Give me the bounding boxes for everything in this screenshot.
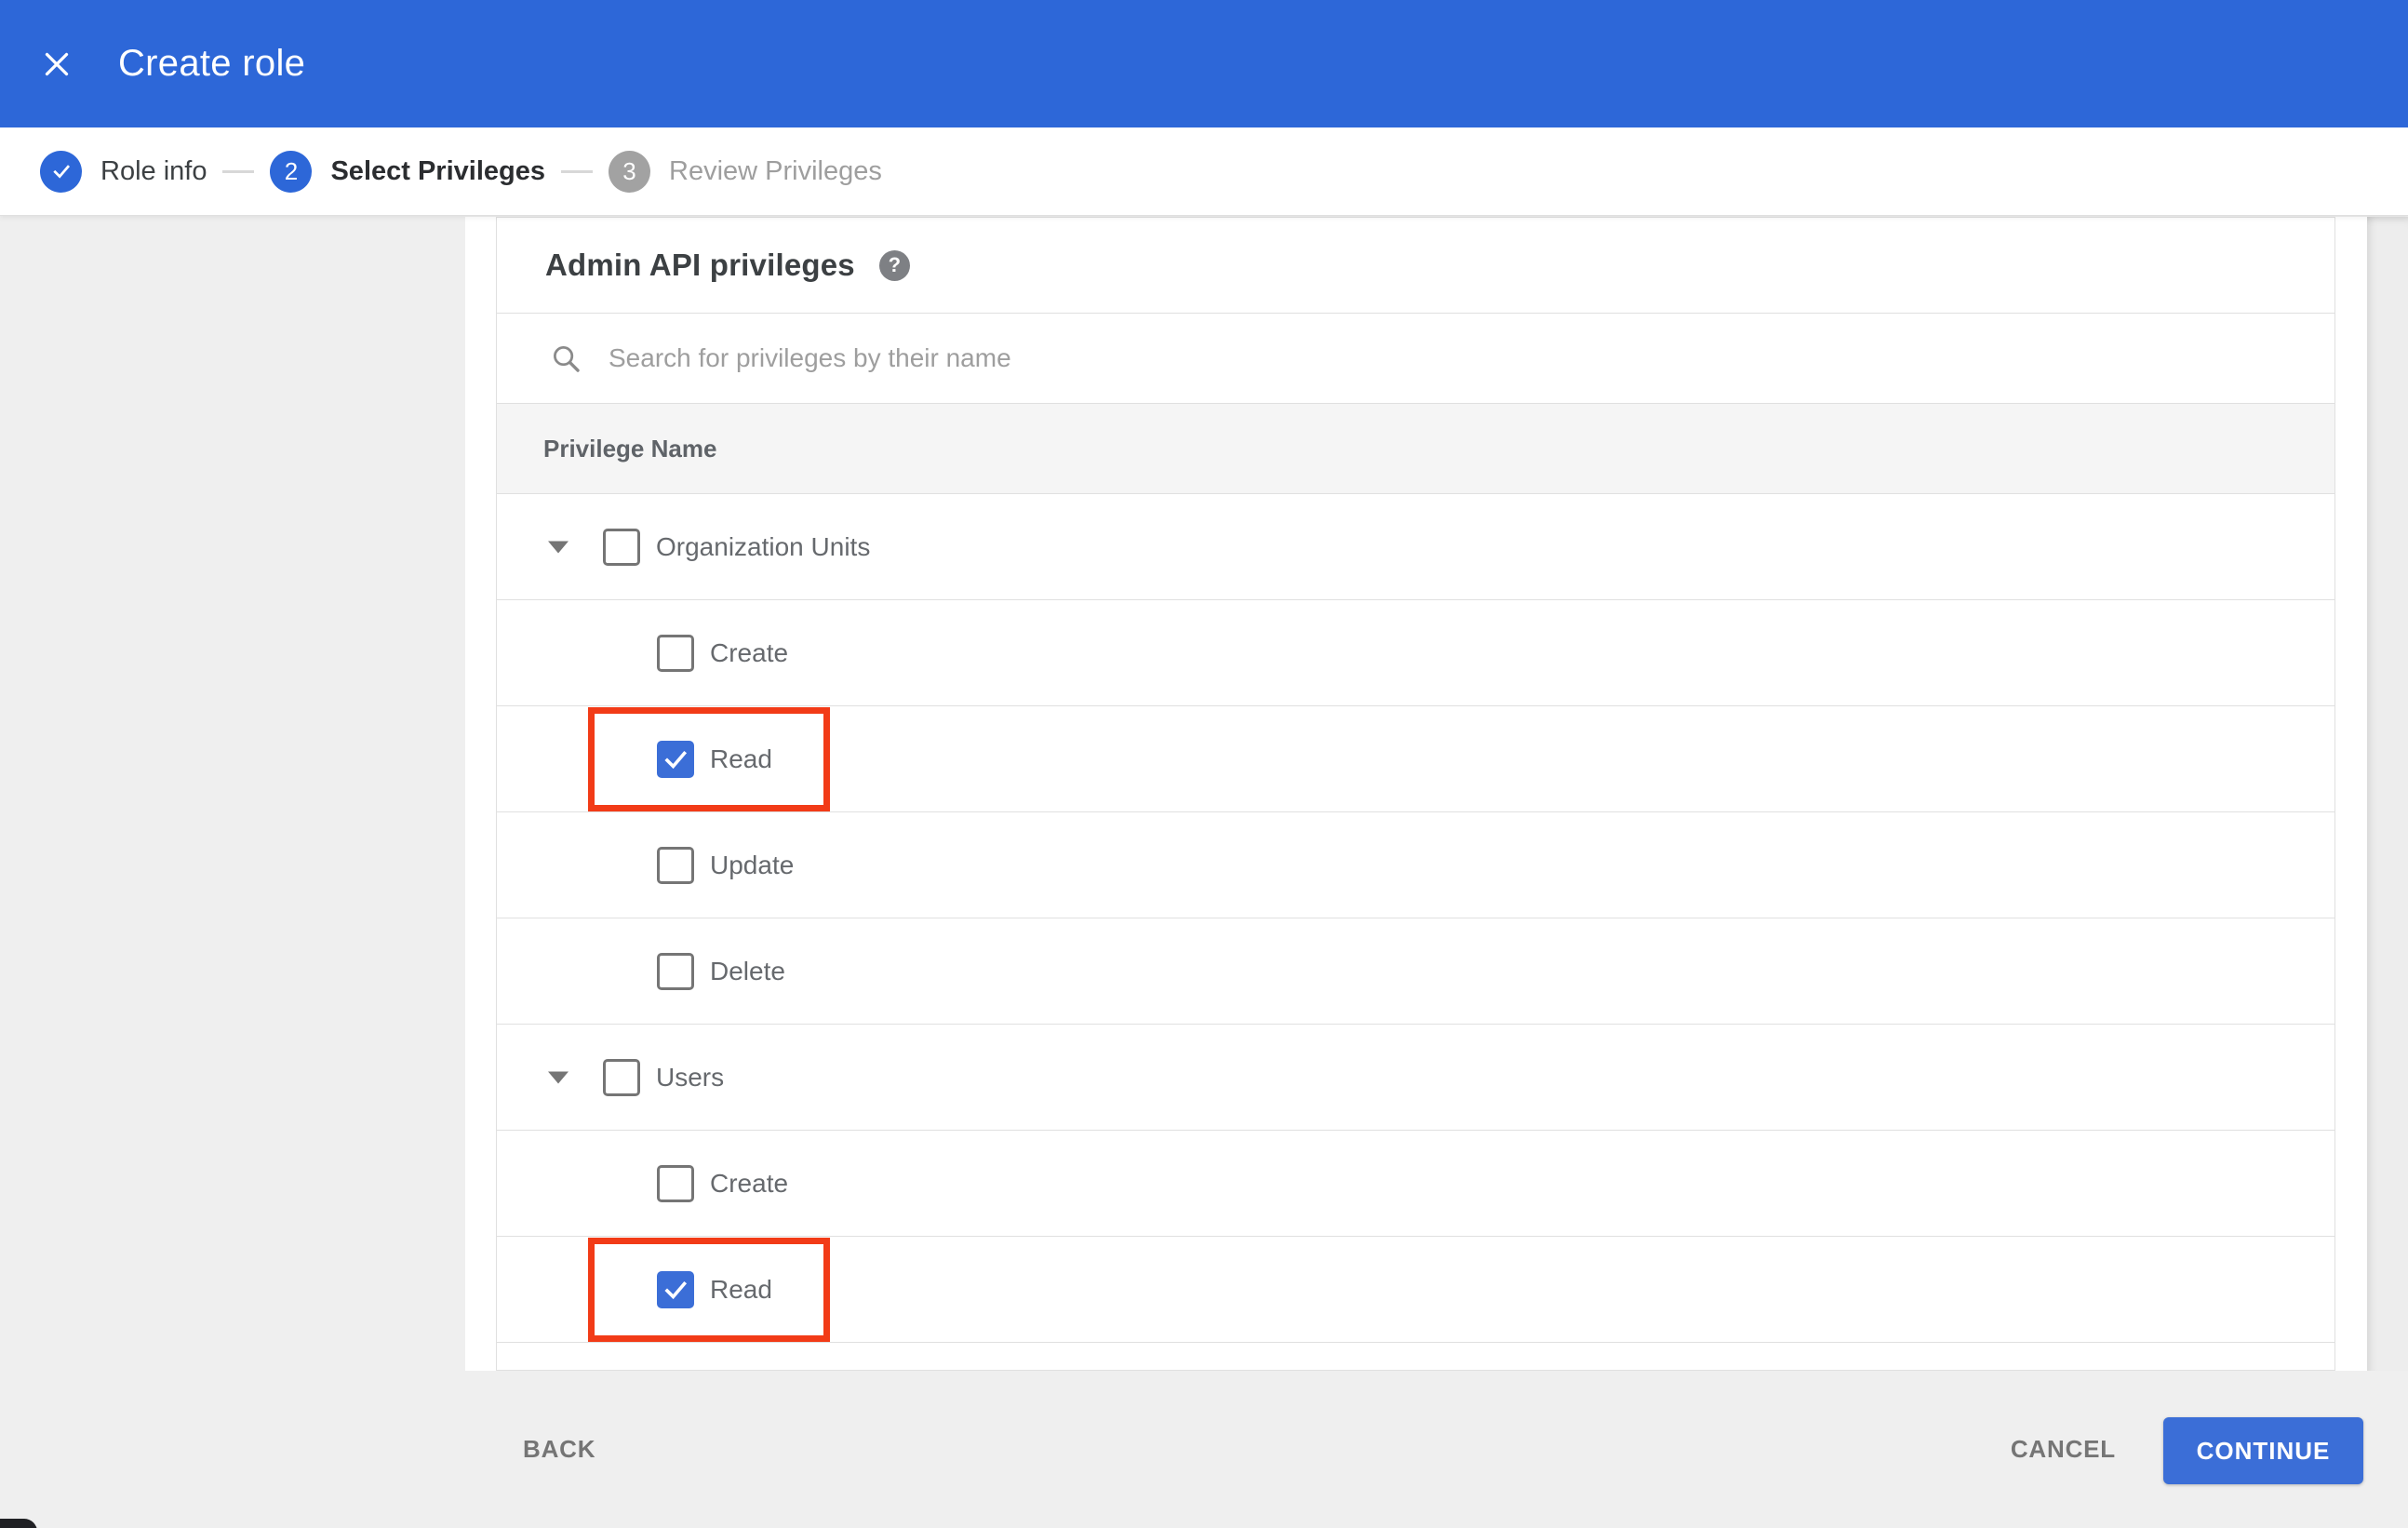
privilege-label: Read bbox=[710, 1274, 772, 1304]
privilege-label: Organization Units bbox=[656, 531, 871, 561]
privilege-group-row: Users bbox=[497, 1024, 2334, 1130]
privilege-label: Users bbox=[656, 1062, 725, 1092]
table-header-row: Privilege Name bbox=[497, 403, 2334, 493]
checkbox-organization-units[interactable] bbox=[603, 528, 640, 566]
privilege-row: Create bbox=[497, 1130, 2334, 1236]
checkbox-read[interactable] bbox=[657, 1270, 694, 1308]
checkbox-create[interactable] bbox=[657, 634, 694, 672]
privileges-table: Organization Units Create Read Update Delete… bbox=[497, 493, 2334, 1342]
privilege-group-row: Organization Units bbox=[497, 493, 2334, 599]
annotation-box bbox=[588, 1237, 830, 1342]
privilege-row: Delete bbox=[497, 918, 2334, 1024]
privilege-label: Update bbox=[710, 850, 795, 879]
close-icon[interactable] bbox=[40, 47, 74, 81]
checkbox-delete[interactable] bbox=[657, 952, 694, 990]
privileges-panel: Admin API privileges ? Privilege Name Or… bbox=[496, 217, 2335, 1371]
cancel-button[interactable]: CANCEL bbox=[2011, 1371, 2116, 1528]
step-connector bbox=[222, 169, 255, 173]
search-bar bbox=[497, 313, 2334, 403]
privilege-label: Create bbox=[710, 637, 789, 667]
step-review-privileges[interactable]: 3 Review Privileges bbox=[609, 150, 882, 193]
privilege-label: Delete bbox=[710, 956, 785, 985]
step-number: 3 bbox=[609, 150, 650, 193]
create-role-screen: Create role Role info 2 Select Privileges 3… bbox=[0, 0, 2408, 1528]
privilege-label: Read bbox=[710, 744, 772, 773]
table-row-partial bbox=[497, 1342, 2334, 1370]
search-input[interactable] bbox=[609, 343, 1911, 373]
column-privilege-name: Privilege Name bbox=[543, 434, 717, 462]
expand-arrow-icon[interactable] bbox=[548, 1071, 569, 1083]
checkbox-create[interactable] bbox=[657, 1164, 694, 1202]
step-label: Role info bbox=[100, 155, 207, 186]
scrollbar-gutter[interactable] bbox=[2367, 217, 2408, 1371]
step-select-privileges[interactable]: 2 Select Privileges bbox=[270, 150, 545, 193]
expand-arrow-icon[interactable] bbox=[548, 541, 569, 553]
app-bar: Create role bbox=[0, 0, 2408, 127]
section-header: Admin API privileges ? bbox=[497, 218, 2334, 313]
privilege-row: Update bbox=[497, 811, 2334, 918]
stepper: Role info 2 Select Privileges 3 Review Privi… bbox=[0, 127, 2408, 216]
content-panel: Admin API privileges ? Privilege Name Or… bbox=[465, 217, 2367, 1371]
annotation-box bbox=[588, 706, 830, 811]
check-icon bbox=[40, 150, 82, 193]
checkbox-users[interactable] bbox=[603, 1058, 640, 1096]
privilege-row: Read bbox=[497, 1236, 2334, 1342]
dialog-title: Create role bbox=[118, 43, 306, 84]
help-icon[interactable]: ? bbox=[878, 249, 910, 281]
privilege-label: Create bbox=[710, 1168, 789, 1198]
step-label: Select Privileges bbox=[330, 155, 545, 186]
checkbox-update[interactable] bbox=[657, 846, 694, 884]
step-role-info[interactable]: Role info bbox=[40, 150, 207, 193]
checkbox-read[interactable] bbox=[657, 740, 694, 778]
search-icon bbox=[554, 345, 580, 372]
step-label: Review Privileges bbox=[669, 155, 882, 186]
step-number: 2 bbox=[270, 150, 313, 193]
snackbar-corner bbox=[0, 1519, 37, 1528]
privilege-row: Read bbox=[497, 705, 2334, 811]
continue-button[interactable]: CONTINUE bbox=[2163, 1417, 2363, 1484]
privilege-row: Create bbox=[497, 599, 2334, 705]
step-connector bbox=[561, 169, 593, 173]
section-title: Admin API privileges bbox=[545, 248, 855, 282]
back-button[interactable]: BACK bbox=[523, 1371, 595, 1528]
